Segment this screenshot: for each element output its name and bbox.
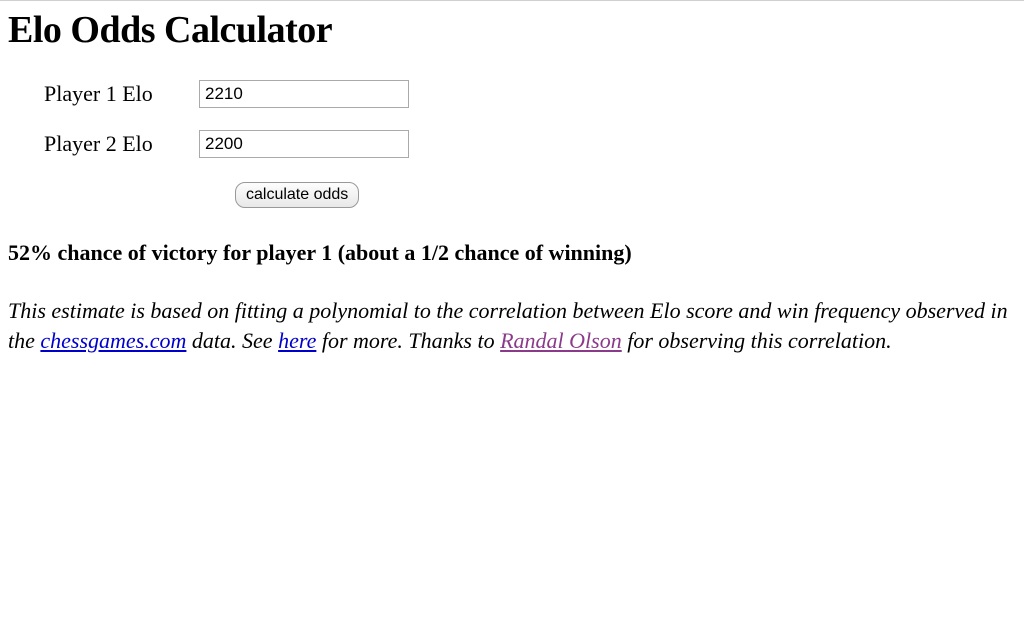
footnote-paragraph: This estimate is based on fitting a poly…: [8, 296, 1016, 355]
top-border: [0, 0, 1024, 1]
here-link[interactable]: here: [278, 328, 316, 353]
player2-row: Player 2 Elo: [44, 130, 1016, 158]
calculate-odds-button[interactable]: calculate odds: [235, 182, 359, 208]
footnote-text-2: data. See: [186, 328, 278, 353]
randal-olson-link[interactable]: Randal Olson: [500, 328, 622, 353]
player1-row: Player 1 Elo: [44, 80, 1016, 108]
page-title: Elo Odds Calculator: [8, 8, 1016, 52]
footnote-text-4: for observing this correlation.: [622, 328, 892, 353]
footnote-text-3: for more. Thanks to: [316, 328, 500, 353]
player1-elo-input[interactable]: [199, 80, 409, 108]
chessgames-link[interactable]: chessgames.com: [40, 328, 186, 353]
result-text: 52% chance of victory for player 1 (abou…: [8, 240, 1016, 266]
button-row: calculate odds: [235, 180, 1016, 208]
calculator-form: Player 1 Elo Player 2 Elo calculate odds: [44, 80, 1016, 208]
player1-elo-label: Player 1 Elo: [44, 81, 199, 107]
player2-elo-input[interactable]: [199, 130, 409, 158]
player2-elo-label: Player 2 Elo: [44, 131, 199, 157]
